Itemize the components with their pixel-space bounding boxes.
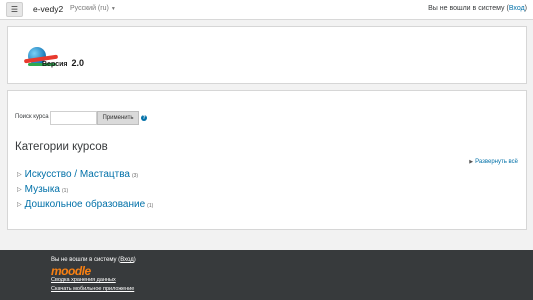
category-item[interactable]: ▷ Дошкольное образование (1): [17, 199, 153, 210]
login-link[interactable]: Вход: [509, 5, 525, 12]
category-name[interactable]: Музыка: [25, 184, 60, 195]
logo-version-number: 2.0: [71, 58, 84, 68]
search-apply-button[interactable]: Применить: [97, 111, 139, 125]
caret-right-icon[interactable]: ▷: [17, 202, 22, 208]
site-name[interactable]: e-vedy2: [33, 4, 63, 14]
logo-version-label: Версия: [42, 61, 68, 68]
login-info: Вы не вошли в систему (Вход): [428, 5, 527, 12]
moodle-logo[interactable]: moodle: [51, 264, 91, 278]
login-status-text: Вы не вошли в систему: [428, 5, 505, 12]
category-name[interactable]: Искусство / Мастацтва: [25, 169, 130, 180]
categories-heading: Категории курсов: [15, 141, 108, 153]
main-content-card: Поиск курса Применить ? Категории курсов…: [7, 90, 527, 230]
category-item[interactable]: ▷ Искусство / Мастацтва (3): [17, 169, 138, 180]
header-logo-card: Версия 2.0: [7, 26, 527, 84]
category-course-count: (3): [131, 173, 139, 179]
footer-login-text: Вы не вошли в систему: [51, 257, 117, 263]
course-search-input[interactable]: [50, 111, 97, 125]
help-icon[interactable]: ?: [141, 115, 147, 121]
caret-right-icon[interactable]: ▷: [17, 187, 22, 193]
category-item[interactable]: ▷ Музыка (1): [17, 184, 68, 195]
category-course-count: (1): [62, 188, 69, 194]
course-search-label: Поиск курса: [15, 114, 49, 120]
logo-text: Версия 2.0: [42, 58, 84, 68]
page-footer: Вы не вошли в систему (Вход) moodle Свод…: [0, 250, 533, 300]
caret-down-icon: ▼: [110, 6, 116, 12]
top-navbar: ☰ e-vedy2 Русский (ru) ▼ Вы не вошли в си…: [0, 0, 533, 20]
footer-login-link[interactable]: Вход: [120, 257, 134, 263]
caret-right-icon[interactable]: ▷: [17, 172, 22, 178]
category-name[interactable]: Дошкольное образование: [25, 199, 146, 210]
mobile-app-link[interactable]: Скачать мобильное приложение: [51, 286, 134, 292]
category-course-count: (1): [147, 203, 154, 209]
caret-right-icon: ▶: [469, 159, 474, 165]
expand-all-link[interactable]: ▶ Развернуть всё: [469, 159, 518, 165]
data-retention-link[interactable]: Сводка хранения данных: [51, 277, 116, 283]
site-logo[interactable]: Версия 2.0: [18, 35, 84, 77]
expand-all-label: Развернуть всё: [475, 159, 518, 165]
hamburger-menu-icon[interactable]: ☰: [6, 2, 23, 17]
language-selector[interactable]: Русский (ru) ▼: [70, 5, 116, 12]
footer-login-info: Вы не вошли в систему (Вход): [51, 257, 136, 263]
language-label: Русский (ru): [70, 5, 109, 12]
